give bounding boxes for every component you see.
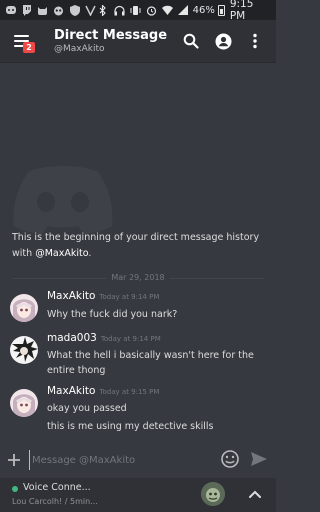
message-text: okay you passed xyxy=(47,403,127,414)
profile-button[interactable] xyxy=(212,30,234,52)
clock: 9:15 PM xyxy=(229,0,254,22)
message-header: MaxAkito Today at 9:15 PM xyxy=(47,385,159,397)
message-composer xyxy=(0,446,276,474)
dm-intro-text: This is the beginning of your direct mes… xyxy=(12,232,260,259)
plus-icon xyxy=(8,454,20,466)
vpn-icon xyxy=(84,4,97,16)
avatar[interactable] xyxy=(10,389,38,417)
vibrate-icon xyxy=(129,4,142,16)
message-author[interactable]: mada003 xyxy=(47,332,97,344)
signal-icon xyxy=(177,4,190,16)
menu-button[interactable]: 2 xyxy=(0,20,42,62)
chevron-up-icon xyxy=(249,490,261,498)
bluetooth-icon xyxy=(97,4,110,16)
header-actions xyxy=(180,30,276,52)
attach-button[interactable] xyxy=(0,446,28,474)
message-author[interactable]: MaxAkito xyxy=(47,290,95,302)
voice-status-dot xyxy=(12,486,18,492)
battery-icon xyxy=(217,4,225,16)
send-icon xyxy=(251,452,267,466)
expand-voice-button[interactable] xyxy=(246,486,264,504)
voice-title: Voice Conne... xyxy=(23,482,91,493)
alarm-icon xyxy=(145,4,158,16)
date-divider-label: Mar 29, 2018 xyxy=(106,272,170,284)
emoji-icon xyxy=(221,450,239,468)
owl-icon xyxy=(52,4,65,16)
page-subtitle: @MaxAkito xyxy=(54,43,105,54)
cat-face-icon xyxy=(36,4,49,16)
wifi-icon xyxy=(161,4,174,16)
message-text: What the hell i basically wasn't here fo… xyxy=(47,350,254,376)
message-text: Why the fuck did you nark? xyxy=(47,309,178,320)
search-icon xyxy=(183,33,199,49)
search-button[interactable] xyxy=(180,30,202,52)
notification-icons xyxy=(4,4,97,16)
message-author[interactable]: MaxAkito xyxy=(47,385,95,397)
twitch-icon xyxy=(20,4,33,16)
voice-connection-bar[interactable]: Voice Conne... Lou Carcolh! / 5min... xyxy=(0,478,276,512)
voice-channel: Lou Carcolh! / 5min... xyxy=(12,497,98,506)
battery-percent: 46% xyxy=(192,4,215,16)
discord-logo-icon xyxy=(13,166,113,234)
discord-notification-icon xyxy=(4,4,17,16)
chat-area[interactable]: This is the beginning of your direct mes… xyxy=(0,62,276,442)
user-profile-icon xyxy=(215,33,231,49)
overflow-menu-button[interactable] xyxy=(244,30,266,52)
notification-badge: 2 xyxy=(23,42,35,53)
app-header: 2 Direct Message @MaxAkito xyxy=(0,20,276,62)
more-vertical-icon xyxy=(253,33,257,49)
avatar[interactable] xyxy=(10,336,38,364)
voice-user-avatar[interactable] xyxy=(201,482,225,506)
dm-intro-user[interactable]: @MaxAkito xyxy=(35,248,88,259)
header-titles: Direct Message @MaxAkito xyxy=(42,28,180,55)
message-header: MaxAkito Today at 9:14 PM xyxy=(47,290,159,302)
message-timestamp: Today at 9:15 PM xyxy=(99,388,160,396)
avatar[interactable] xyxy=(10,294,38,322)
system-status: 46% 9:15 PM xyxy=(97,0,272,22)
message-timestamp: Today at 9:14 PM xyxy=(100,335,161,343)
emoji-button[interactable] xyxy=(220,449,240,469)
send-button[interactable] xyxy=(249,449,271,471)
date-divider: Mar 29, 2018 xyxy=(12,272,264,284)
headphones-icon xyxy=(113,4,126,16)
status-bar: 46% 9:15 PM xyxy=(0,0,276,22)
page-title: Direct Message xyxy=(54,27,168,43)
shield-app-icon xyxy=(68,4,81,16)
message-text: this is me using my detective skills xyxy=(47,421,214,432)
message-header: mada003 Today at 9:14 PM xyxy=(47,332,161,344)
message-timestamp: Today at 9:14 PM xyxy=(99,293,160,301)
message-input[interactable] xyxy=(29,450,209,470)
